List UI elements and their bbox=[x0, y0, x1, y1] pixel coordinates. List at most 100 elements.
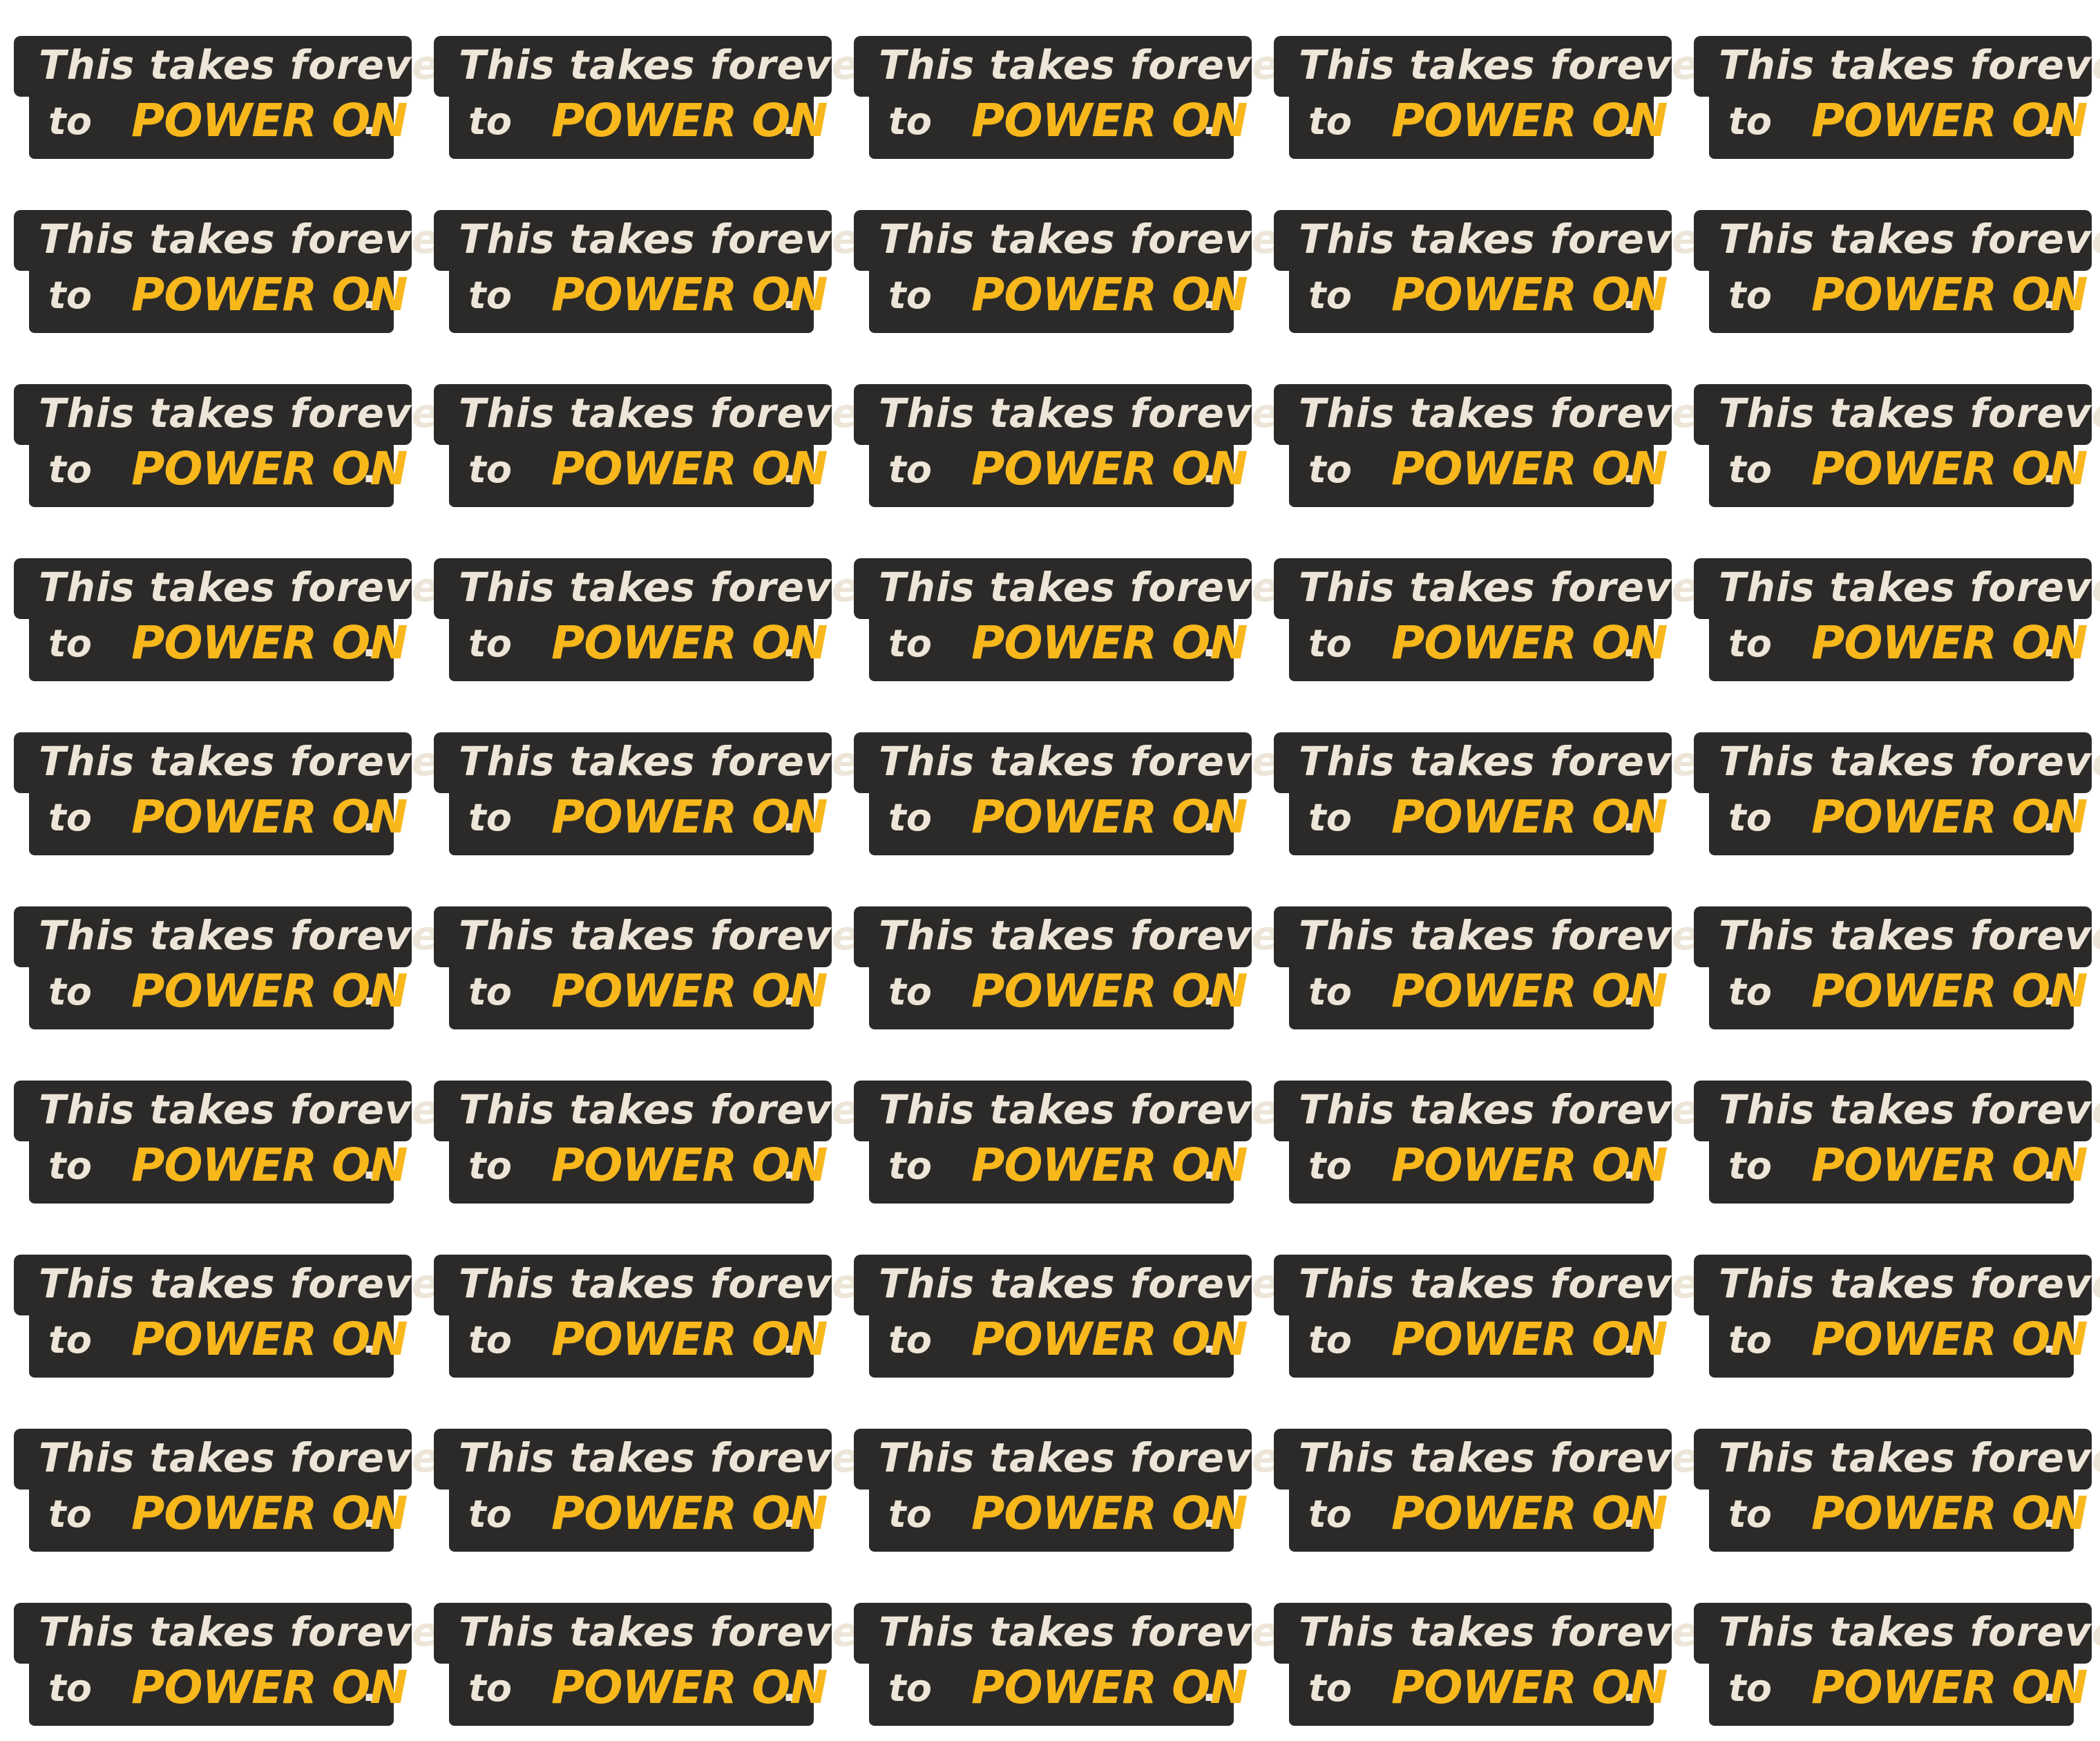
sticker-to: to bbox=[1308, 1144, 1352, 1188]
sticker-dot: . bbox=[1202, 448, 1216, 491]
sticker-line1: This takes forever bbox=[1719, 41, 2100, 88]
sticker-line1: This takes forever bbox=[1299, 1608, 1720, 1655]
sticker-to: to bbox=[468, 1318, 512, 1362]
sticker: This takes forever to POWER ON . bbox=[1694, 1603, 2100, 1741]
sticker: This takes forever to POWER ON . bbox=[14, 732, 459, 870]
sticker-to: to bbox=[48, 622, 92, 665]
sticker-dot: . bbox=[1202, 1318, 1216, 1362]
sticker-dot: . bbox=[1622, 99, 1636, 143]
sticker-dot: . bbox=[362, 1666, 376, 1710]
sticker-dot: . bbox=[362, 99, 376, 143]
sticker-to: to bbox=[48, 1492, 92, 1536]
sticker-to: to bbox=[468, 99, 512, 143]
sticker-line1: This takes forever bbox=[459, 1608, 880, 1655]
sticker-to: to bbox=[1728, 274, 1772, 317]
sticker: This takes forever to POWER ON . bbox=[1274, 906, 1719, 1045]
sticker: This takes forever to POWER ON . bbox=[1694, 558, 2100, 696]
sticker-dot: . bbox=[1622, 1144, 1636, 1188]
sticker-line1: This takes forever bbox=[39, 216, 460, 263]
sticker: This takes forever to POWER ON . bbox=[434, 1255, 879, 1393]
sticker-to: to bbox=[48, 99, 92, 143]
sticker: This takes forever to POWER ON . bbox=[854, 732, 1299, 870]
sticker-dot: . bbox=[362, 1492, 376, 1536]
sticker: This takes forever to POWER ON . bbox=[1694, 384, 2100, 522]
sticker: This takes forever to POWER ON . bbox=[1694, 1429, 2100, 1567]
sticker: This takes forever to POWER ON . bbox=[854, 558, 1299, 696]
sticker-dot: . bbox=[1202, 99, 1216, 143]
sticker-dot: . bbox=[2042, 622, 2056, 665]
sticker-dot: . bbox=[1622, 1666, 1636, 1710]
sticker: This takes forever to POWER ON . bbox=[1694, 1255, 2100, 1393]
sticker: This takes forever to POWER ON . bbox=[434, 1429, 879, 1567]
sticker: This takes forever to POWER ON . bbox=[854, 1603, 1299, 1741]
sticker-to: to bbox=[48, 1666, 92, 1710]
sticker-dot: . bbox=[2042, 99, 2056, 143]
sticker-dot: . bbox=[782, 796, 796, 839]
sticker: This takes forever to POWER ON . bbox=[434, 210, 879, 348]
sticker-dot: . bbox=[1622, 970, 1636, 1014]
sticker-line1: This takes forever bbox=[879, 1086, 1300, 1133]
sticker: This takes forever to POWER ON . bbox=[14, 384, 459, 522]
sticker: This takes forever to POWER ON . bbox=[434, 36, 879, 174]
sticker-to: to bbox=[1308, 622, 1352, 665]
sticker-line1: This takes forever bbox=[1719, 1608, 2100, 1655]
sticker-line1: This takes forever bbox=[879, 564, 1300, 611]
sticker: This takes forever to POWER ON . bbox=[434, 1081, 879, 1219]
sticker-to: to bbox=[468, 1666, 512, 1710]
sticker-dot: . bbox=[782, 1318, 796, 1362]
sticker-line1: This takes forever bbox=[1719, 216, 2100, 263]
sticker-dot: . bbox=[362, 448, 376, 491]
sticker-to: to bbox=[1728, 1492, 1772, 1536]
sticker-line1: This takes forever bbox=[1299, 564, 1720, 611]
sticker-to: to bbox=[1308, 1492, 1352, 1536]
sticker-to: to bbox=[468, 796, 512, 839]
sticker-to: to bbox=[468, 1492, 512, 1536]
sticker: This takes forever to POWER ON . bbox=[14, 1429, 459, 1567]
sticker-line1: This takes forever bbox=[879, 738, 1300, 785]
sticker-line1: This takes forever bbox=[459, 1086, 880, 1133]
sticker-line1: This takes forever bbox=[39, 1086, 460, 1133]
sticker-line1: This takes forever bbox=[1719, 738, 2100, 785]
sticker-to: to bbox=[1308, 970, 1352, 1014]
sticker-dot: . bbox=[2042, 448, 2056, 491]
sticker-line1: This takes forever bbox=[1299, 1086, 1720, 1133]
sticker: This takes forever to POWER ON . bbox=[1274, 732, 1719, 870]
sticker-to: to bbox=[48, 1318, 92, 1362]
sticker-line1: This takes forever bbox=[879, 1434, 1300, 1481]
sticker-to: to bbox=[1308, 448, 1352, 491]
sticker-line1: This takes forever bbox=[1719, 1434, 2100, 1481]
sticker-dot: . bbox=[2042, 1144, 2056, 1188]
sticker-dot: . bbox=[362, 1318, 376, 1362]
sticker: This takes forever to POWER ON . bbox=[854, 1255, 1299, 1393]
sticker-to: to bbox=[468, 1144, 512, 1188]
sticker-to: to bbox=[468, 274, 512, 317]
sticker-dot: . bbox=[1202, 796, 1216, 839]
sticker: This takes forever to POWER ON . bbox=[1274, 1429, 1719, 1567]
sticker-line1: This takes forever bbox=[459, 390, 880, 437]
sticker-line1: This takes forever bbox=[459, 738, 880, 785]
sticker-to: to bbox=[468, 970, 512, 1014]
sticker: This takes forever to POWER ON . bbox=[1274, 36, 1719, 174]
sticker-to: to bbox=[1308, 274, 1352, 317]
sticker-line1: This takes forever bbox=[879, 912, 1300, 959]
sticker-line1: This takes forever bbox=[1719, 1260, 2100, 1307]
sticker-line1: This takes forever bbox=[39, 738, 460, 785]
sticker: This takes forever to POWER ON . bbox=[14, 36, 459, 174]
sticker-dot: . bbox=[1202, 1144, 1216, 1188]
sticker-dot: . bbox=[2042, 1318, 2056, 1362]
sticker-to: to bbox=[1728, 1144, 1772, 1188]
sticker: This takes forever to POWER ON . bbox=[434, 558, 879, 696]
sticker-to: to bbox=[888, 622, 932, 665]
sticker: This takes forever to POWER ON . bbox=[14, 1255, 459, 1393]
sticker: This takes forever to POWER ON . bbox=[1694, 732, 2100, 870]
sticker-dot: . bbox=[782, 99, 796, 143]
sticker-line1: This takes forever bbox=[1719, 564, 2100, 611]
sticker-to: to bbox=[888, 1666, 932, 1710]
sticker: This takes forever to POWER ON . bbox=[434, 384, 879, 522]
sticker: This takes forever to POWER ON . bbox=[854, 210, 1299, 348]
sticker-line1: This takes forever bbox=[879, 1260, 1300, 1307]
sticker-dot: . bbox=[782, 274, 796, 317]
sticker: This takes forever to POWER ON . bbox=[854, 1081, 1299, 1219]
sticker: This takes forever to POWER ON . bbox=[1274, 210, 1719, 348]
sticker-line1: This takes forever bbox=[459, 912, 880, 959]
